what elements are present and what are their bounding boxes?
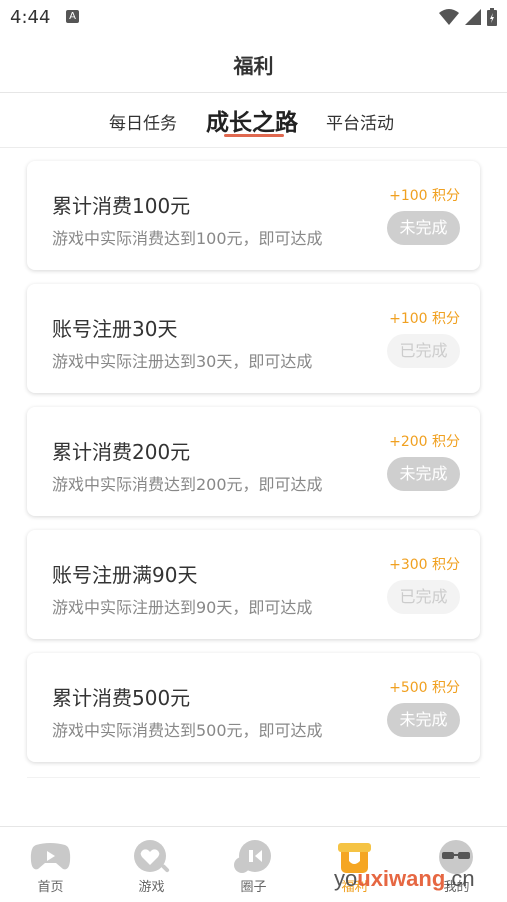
task-title: 累计消费100元 [52, 194, 191, 218]
task-points: +300 积分 [389, 557, 460, 573]
status-bar: 4:44 A [0, 0, 507, 34]
task-points: +200 积分 [389, 434, 460, 450]
tab-daily-tasks[interactable]: 每日任务 [109, 109, 177, 134]
active-tab-indicator [224, 134, 284, 137]
tab-bar: 每日任务 成长之路 平台活动 [0, 93, 507, 148]
task-card: 累计消费100元 游戏中实际消费达到100元，即可达成 +100 积分 未完成 [27, 161, 480, 270]
task-status-button[interactable]: 未完成 [387, 703, 460, 737]
gamepad-icon [30, 843, 71, 870]
task-status-button[interactable]: 已完成 [387, 580, 460, 614]
task-title: 账号注册满90天 [52, 563, 198, 587]
task-card: 累计消费200元 游戏中实际消费达到200元，即可达成 +200 积分 未完成 [27, 407, 480, 516]
nav-item-home[interactable]: 首页 [0, 827, 101, 902]
task-title: 累计消费500元 [52, 686, 191, 710]
heart-search-icon [134, 840, 170, 873]
watermark-suffix: .cn [445, 866, 475, 891]
task-status-button[interactable]: 未完成 [387, 211, 460, 245]
watermark-prefix: yo [334, 866, 358, 891]
nav-label: 圈子 [240, 880, 267, 895]
nav-label: 首页 [37, 880, 64, 895]
task-description: 游戏中实际注册达到90天，即可达成 [52, 598, 313, 617]
status-icons [439, 8, 497, 26]
task-status-button[interactable]: 未完成 [387, 457, 460, 491]
task-card: 账号注册满90天 游戏中实际注册达到90天，即可达成 +300 积分 已完成 [27, 530, 480, 639]
task-status-button[interactable]: 已完成 [387, 334, 460, 368]
wifi-icon [439, 9, 459, 25]
task-description: 游戏中实际注册达到30天，即可达成 [52, 352, 313, 371]
app-header: 福利 [0, 34, 507, 93]
list-divider [27, 777, 480, 778]
task-card: 累计消费500元 游戏中实际消费达到500元，即可达成 +500 积分 未完成 [27, 653, 480, 762]
signal-icon [465, 9, 481, 25]
task-description: 游戏中实际消费达到500元，即可达成 [52, 721, 323, 740]
status-time: 4:44 [10, 7, 51, 28]
nav-item-games[interactable]: 游戏 [101, 827, 202, 902]
task-card: 账号注册30天 游戏中实际注册达到30天，即可达成 +100 积分 已完成 [27, 284, 480, 393]
nav-item-circle[interactable]: 圈子 [203, 827, 304, 902]
tab-platform-events[interactable]: 平台活动 [326, 109, 394, 134]
task-list: 累计消费100元 游戏中实际消费达到100元，即可达成 +100 积分 未完成 … [27, 161, 480, 776]
nav-label: 游戏 [138, 880, 165, 895]
task-points: +500 积分 [389, 680, 460, 696]
task-title: 账号注册30天 [52, 317, 178, 341]
task-description: 游戏中实际消费达到200元，即可达成 [52, 475, 323, 494]
battery-icon [487, 8, 497, 26]
task-description: 游戏中实际消费达到100元，即可达成 [52, 229, 323, 248]
page-title: 福利 [233, 54, 274, 78]
task-points: +100 积分 [389, 188, 460, 204]
watermark: youxiwang.cn [334, 866, 475, 892]
tab-growth-path[interactable]: 成长之路 [206, 103, 298, 137]
task-points: +100 积分 [389, 311, 460, 327]
notification-badge-icon: A [66, 10, 79, 23]
watermark-mid: uxiwang [357, 866, 446, 891]
chat-icon [234, 840, 271, 873]
task-title: 累计消费200元 [52, 440, 191, 464]
